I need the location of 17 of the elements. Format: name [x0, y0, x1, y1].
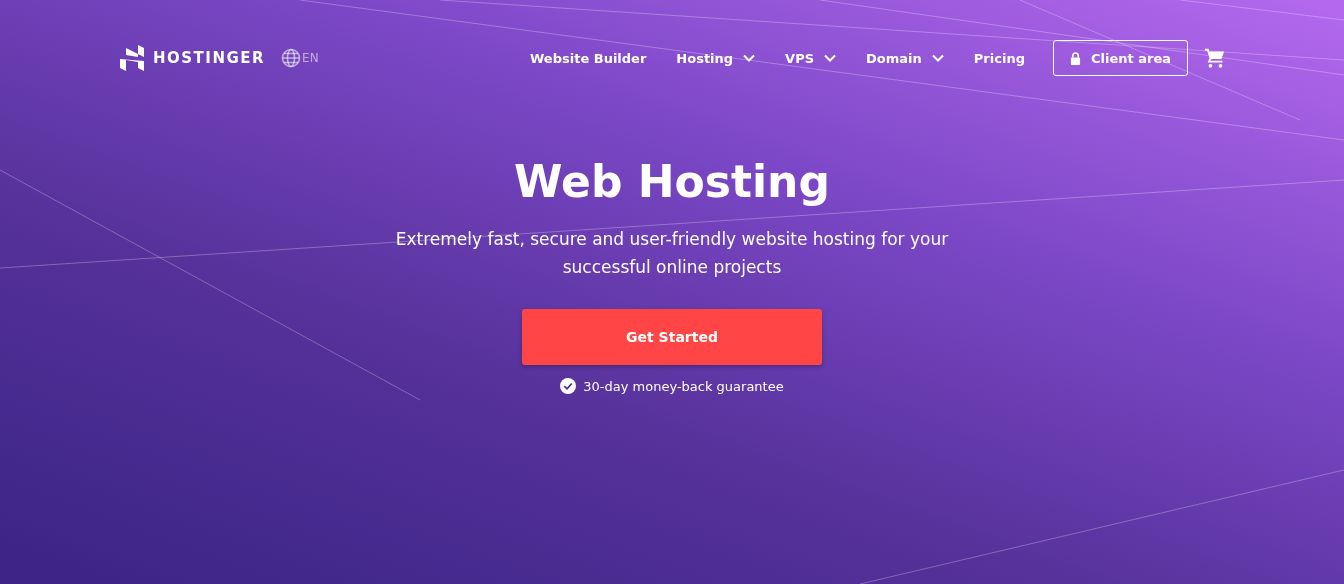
nav-link[interactable]: Hosting — [676, 50, 756, 66]
get-started-button[interactable]: Get Started — [522, 309, 822, 365]
language-selector[interactable]: EN — [281, 48, 319, 68]
logo-icon[interactable] — [120, 45, 144, 71]
hero-title: Web Hosting — [514, 156, 830, 207]
lock-icon — [1069, 51, 1081, 65]
nav-link[interactable]: Domain — [866, 50, 944, 66]
logo-text[interactable]: HOSTINGER — [153, 49, 266, 67]
globe-icon — [281, 48, 302, 68]
nav-link[interactable]: VPS — [785, 50, 837, 66]
nav-link[interactable]: Pricing — [973, 50, 1025, 66]
cart-icon[interactable] — [1204, 47, 1226, 69]
hero-subtitle: Extremely fast, secure and user-friendly website hosting for your successful online projects — [394, 228, 950, 279]
check-circle-icon — [560, 378, 577, 394]
nav-link[interactable]: Website Builder — [529, 50, 647, 66]
guarantee-text: 30-day money-back guarantee — [583, 378, 784, 394]
client-area-button[interactable]: Client area — [1052, 40, 1188, 76]
